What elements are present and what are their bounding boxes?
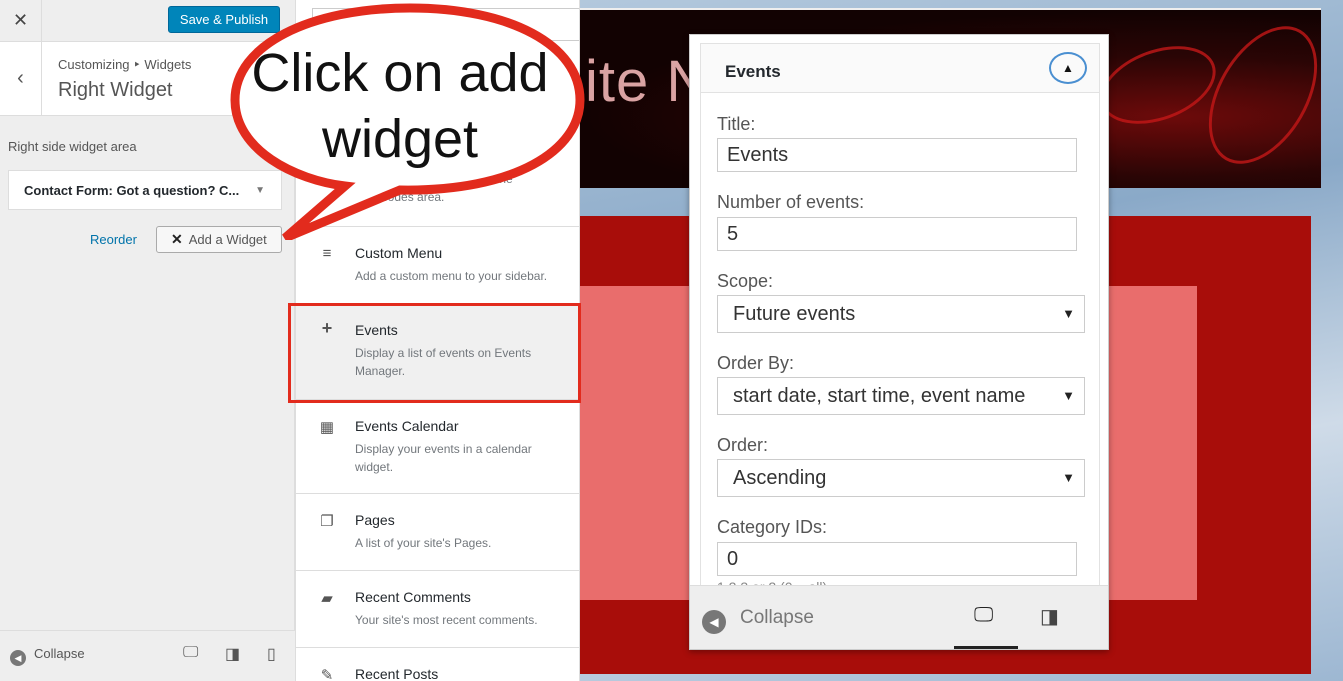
count-label: Number of events: [717,192,865,212]
collapse-button[interactable]: ◀ Collapse [10,646,85,666]
breadcrumb: Customizing ‣ Widgets [58,57,192,72]
collapse-label: Collapse [740,607,814,628]
orderby-select[interactable]: start date, start time, event name ▼ [717,377,1085,415]
category-input[interactable]: 0 [717,542,1077,576]
tablet-icon[interactable]: ◨ [1040,604,1059,629]
collapse-icon: ◀ [10,650,26,666]
events-highlight-box [288,303,581,403]
header-swirl-decoration [1089,31,1227,139]
widget-form-title: Events [725,62,781,81]
section-title: Right Widget [58,79,173,101]
widget-area-description: Right side widget area [8,139,137,154]
widget-title: Recent Posts [355,666,439,681]
pages-icon: ❐ [320,513,334,530]
widget-pages[interactable]: ❐ Pages A list of your site's Pages. [296,494,579,571]
callout-line: widget [321,109,479,169]
desktop-icon[interactable]: 🖵 [974,604,993,627]
count-input[interactable]: 5 [717,217,1077,251]
mobile-icon[interactable]: ▯ [267,644,276,664]
widget-form-header[interactable]: Events ▲ [700,43,1100,93]
widget-title: Contact Form: Got a question? C... [24,183,240,198]
scope-value: Future events [733,303,856,325]
widget-recent-comments[interactable]: ▰ Recent Comments Your site's most recen… [296,571,579,648]
close-x-icon: ✕ [171,231,183,247]
scope-select[interactable]: Future events ▼ [717,295,1085,333]
chevron-down-icon: ▼ [1056,296,1075,332]
header-swirl-decoration [1186,7,1340,183]
collapse-icon: ◀ [702,610,726,634]
widget-form-footer: ◀ Collapse 🖵 ◨ [690,585,1108,649]
callout-text: Click on add widget [250,40,550,172]
order-value: Ascending [733,467,827,489]
collapse-label: Collapse [34,646,85,661]
callout-line: Click on add [251,43,549,103]
chevron-down-icon: ▼ [1056,460,1075,496]
reorder-link[interactable]: Reorder [90,232,137,247]
events-widget-form: Events ▲ Title: Events Number of events:… [689,34,1109,650]
menu-icon: ≡ [322,245,332,262]
collapse-button[interactable]: ◀ Collapse [702,607,814,634]
widget-title: Custom Menu [355,245,443,261]
comment-icon: ▰ [321,590,333,607]
orderby-label: Order By: [717,353,795,373]
category-label: Category IDs: [717,517,828,537]
widget-description: Display your events in a calendar widget… [355,442,532,474]
active-device-indicator [954,646,1018,649]
title-input[interactable]: Events [717,138,1077,172]
order-select[interactable]: Ascending ▼ [717,459,1085,497]
widget-title: Events Calendar [355,418,459,434]
chevron-down-icon: ▼ [1056,378,1075,414]
widget-title: Recent Comments [355,589,471,605]
widget-description: A list of your site's Pages. [355,536,492,550]
widget-title: Pages [355,512,395,528]
scope-label: Scope: [717,271,774,291]
customizer-footer: ◀ Collapse 🖵 ◨ ▯ [0,630,295,681]
tablet-icon[interactable]: ◨ [225,644,240,664]
collapse-arrow-icon[interactable]: ▲ [1049,52,1087,84]
widget-description: Add a custom menu to your sidebar. [355,269,548,283]
back-arrow-icon[interactable]: ‹ [0,42,42,116]
order-label: Order: [717,435,769,455]
orderby-value: start date, start time, event name [733,385,1026,407]
widget-recent-posts[interactable]: ✎ Recent Posts [296,648,579,681]
calendar-icon: ▦ [319,419,335,436]
widget-form-body: Title: Events Number of events: 5 Scope:… [700,93,1100,595]
close-icon[interactable]: ✕ [0,0,42,42]
pin-icon: ✎ [320,667,334,681]
desktop-icon[interactable]: 🖵 [183,644,198,662]
title-label: Title: [717,114,756,134]
widget-events-calendar[interactable]: ▦ Events Calendar Display your events in… [296,400,579,494]
widget-description: Your site's most recent comments. [355,613,538,627]
